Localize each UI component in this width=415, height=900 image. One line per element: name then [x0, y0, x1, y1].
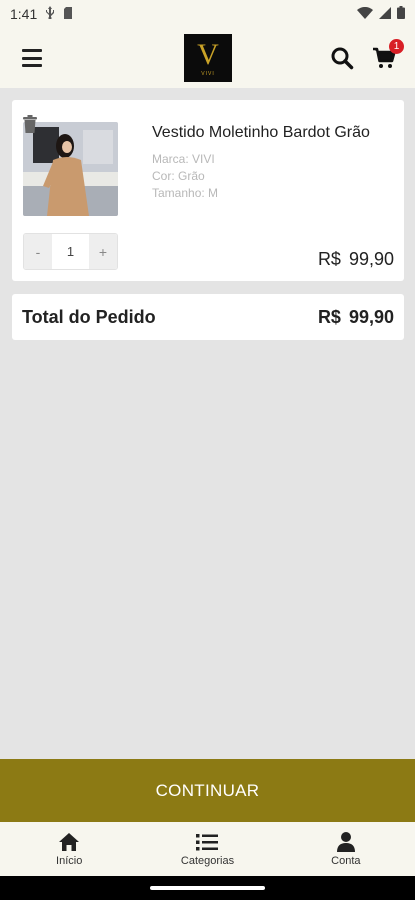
bottom-nav: Início Categorias Conta [0, 822, 415, 876]
nav-item-home[interactable]: Início [0, 822, 138, 876]
list-icon [196, 832, 219, 852]
menu-icon[interactable] [22, 49, 42, 67]
app-header: V VIVI 1 [0, 28, 415, 88]
product-color: Cor: Grão [152, 169, 205, 183]
product-brand: Marca: VIVI [152, 152, 215, 166]
item-price: R$ 99,90 [317, 249, 394, 269]
status-time: 1:41 [10, 6, 38, 22]
gesture-handle[interactable] [150, 886, 265, 890]
sd-card-icon [63, 6, 73, 22]
product-name[interactable]: Vestido Moletinho Bardot Grão [152, 124, 370, 142]
product-size: Tamanho: M [152, 186, 219, 200]
product-image[interactable] [23, 122, 118, 216]
usb-icon [45, 6, 55, 22]
nav-label-categories: Categorias [180, 854, 235, 867]
trash-icon[interactable] [22, 115, 38, 133]
cell-signal-icon [379, 6, 391, 22]
status-bar: 1:41 [0, 0, 415, 28]
wifi-icon [357, 6, 373, 22]
order-total: Total do Pedido R$ 99,90 [12, 294, 404, 340]
total-label: Total do Pedido [22, 306, 156, 327]
increment-button[interactable]: + [89, 234, 117, 269]
nav-label-account: Conta [331, 854, 361, 867]
total-value: R$ 99,90 [317, 306, 394, 327]
brand-logo[interactable]: V VIVI [184, 34, 232, 82]
cart-icon[interactable]: 1 [372, 39, 404, 70]
quantity-value[interactable]: 1 [52, 234, 89, 269]
search-icon[interactable] [330, 46, 354, 70]
nav-label-home: Início [56, 854, 83, 867]
home-icon [58, 832, 80, 852]
user-icon [335, 831, 357, 852]
nav-item-categories[interactable]: Categorias [138, 822, 276, 876]
quantity-stepper: - 1 + [23, 233, 118, 270]
battery-icon [397, 6, 405, 22]
nav-item-account[interactable]: Conta [277, 822, 415, 876]
decrement-button[interactable]: - [24, 234, 52, 269]
continue-button[interactable]: CONTINUAR [0, 759, 415, 822]
gesture-bar [0, 876, 415, 900]
cart-item-card: Vestido Moletinho Bardot Grão Marca: VIV… [12, 100, 404, 281]
cart-count-badge: 1 [389, 39, 404, 54]
